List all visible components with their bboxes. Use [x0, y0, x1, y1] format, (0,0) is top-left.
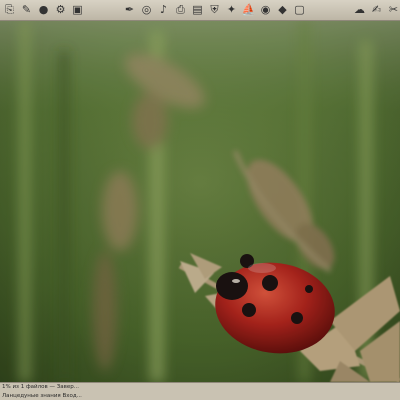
folder-open-icon[interactable]: ⎘ — [2, 2, 17, 17]
red-ball-icon[interactable]: ● — [36, 2, 51, 17]
edit-icon[interactable]: ✍ — [369, 2, 384, 17]
shield-icon[interactable]: ⛨ — [207, 2, 222, 17]
drop-icon[interactable]: ◆ — [275, 2, 290, 17]
chat-icon[interactable]: ☁ — [352, 2, 367, 17]
globe-2-icon[interactable]: ◉ — [258, 2, 273, 17]
desktop: ⎘ ✎ ● ⚙ ▣ ✒ ◎ ♪ ⎙ ▤ ⛨ ✦ ⛵ ◉ ◆ ▢ ☁ ✍ ✂ 1%… — [0, 0, 400, 400]
ladybug-on-wheat-photo — [0, 21, 400, 382]
bookmark-icon[interactable]: ✎ — [19, 2, 34, 17]
butterfly-icon[interactable]: ✦ — [224, 2, 239, 17]
ship-icon[interactable]: ⛵ — [241, 2, 256, 17]
picture-icon[interactable]: ▣ — [70, 2, 85, 17]
printer-icon[interactable]: ⎙ — [173, 2, 188, 17]
wallpaper-image — [0, 21, 400, 382]
status-bar: 1% из 1 файлов — Завер... Ланцедуные зна… — [0, 382, 400, 400]
top-toolbar: ⎘ ✎ ● ⚙ ▣ ✒ ◎ ♪ ⎙ ▤ ⛨ ✦ ⛵ ◉ ◆ ▢ ☁ ✍ ✂ — [0, 0, 400, 21]
pen-icon[interactable]: ✒ — [122, 2, 137, 17]
window-icon[interactable]: ▢ — [292, 2, 307, 17]
status-line-progress: 1% из 1 файлов — Завер... — [2, 384, 79, 390]
bell-icon[interactable]: ♪ — [156, 2, 171, 17]
status-line-secondary: Ланцедуные знания Вход... — [2, 393, 82, 399]
tools-icon[interactable]: ✂ — [386, 2, 400, 17]
gear-icon[interactable]: ⚙ — [53, 2, 68, 17]
image-icon[interactable]: ▤ — [190, 2, 205, 17]
globe-icon[interactable]: ◎ — [139, 2, 154, 17]
